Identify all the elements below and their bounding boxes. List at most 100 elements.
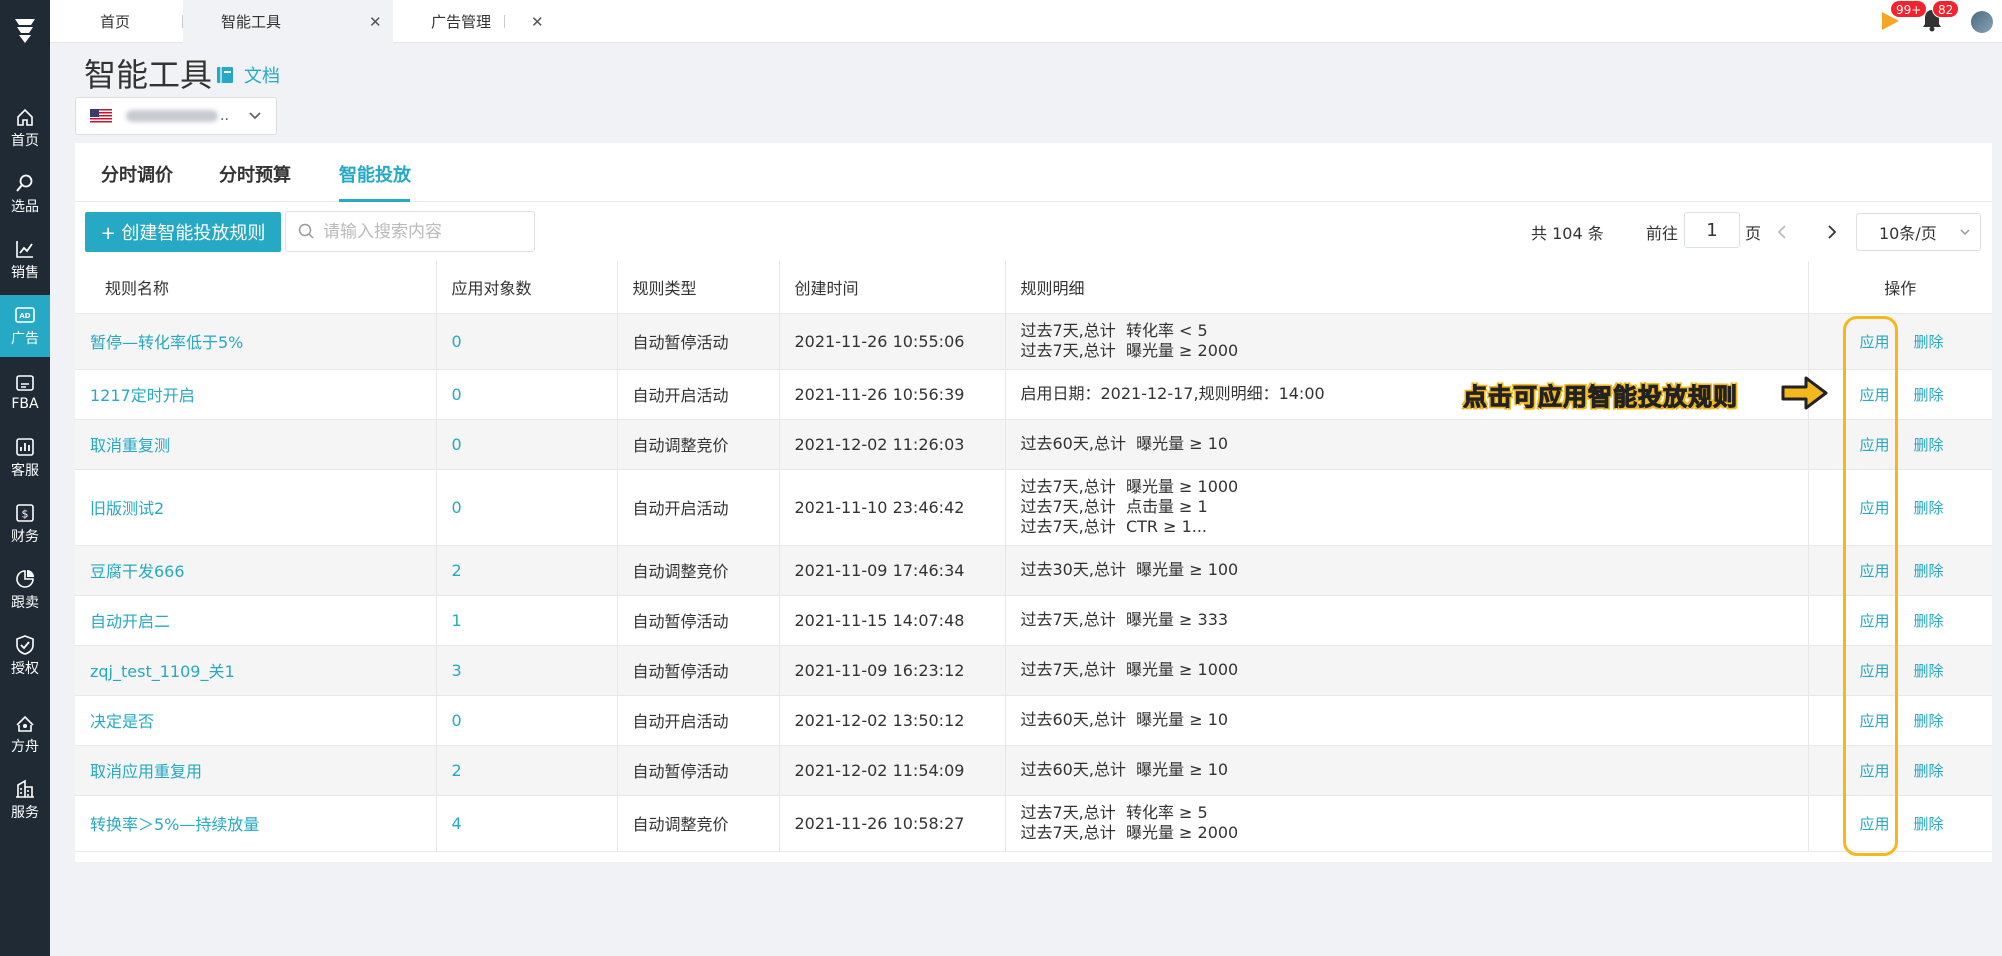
close-icon[interactable]: ✕ [369, 13, 382, 31]
rule-type: 自动暂停活动 [617, 595, 780, 646]
apply-button[interactable]: 应用 [1860, 333, 1890, 351]
sidebar-item-label: 广告 [11, 330, 39, 347]
sidebar-item-6[interactable]: $ 财务 [0, 493, 50, 555]
rule-type: 自动暂停活动 [617, 313, 780, 370]
delete-button[interactable]: 删除 [1914, 333, 1944, 351]
apply-button[interactable]: 应用 [1860, 762, 1890, 780]
sidebar-item-10[interactable]: 服务 [0, 769, 50, 831]
header-rule-type[interactable]: 规则类型 [617, 261, 780, 314]
shield-icon [16, 634, 34, 655]
apply-count-link[interactable]: 0 [436, 419, 618, 470]
delete-button[interactable]: 删除 [1914, 712, 1944, 730]
sidebar-item-label: FBA [11, 395, 39, 412]
tab-home[interactable]: 首页 [50, 0, 180, 43]
rule-name-link[interactable]: 自动开启二 [75, 595, 437, 646]
sidebar-item-label: 财务 [11, 528, 39, 545]
close-icon[interactable]: ✕ [531, 13, 544, 31]
created-time: 2021-12-02 13:50:12 [779, 695, 1006, 746]
apply-button[interactable]: 应用 [1860, 386, 1890, 404]
search-box[interactable] [285, 211, 535, 252]
page-size-select[interactable]: 10条/页 [1856, 213, 1981, 251]
tab-smart-tools[interactable]: 智能工具 ✕ [183, 0, 393, 43]
rule-detail: 过去30天,总计 曝光量 ≥ 100 [1005, 545, 1809, 596]
rule-detail: 过去7天,总计 曝光量 ≥ 333 [1005, 595, 1809, 646]
sidebar-item-5[interactable]: 客服 [0, 427, 50, 489]
rule-detail: 过去7天,总计 转化率 < 5 过去7天,总计 曝光量 ≥ 2000 [1005, 313, 1809, 370]
rule-name-link[interactable]: 取消应用重复用 [75, 745, 437, 796]
prev-page-icon[interactable] [1775, 224, 1789, 240]
rule-name-link[interactable]: zqj_test_1109_关1 [75, 645, 437, 696]
apply-count-link[interactable]: 0 [436, 469, 618, 546]
apply-count-link[interactable]: 2 [436, 545, 618, 596]
rule-detail-line: 过去7天,总计 转化率 ≥ 5 [1020, 803, 1208, 822]
apply-button[interactable]: 应用 [1860, 662, 1890, 680]
apply-button[interactable]: 应用 [1860, 612, 1890, 630]
delete-button[interactable]: 删除 [1914, 762, 1944, 780]
table-row: 旧版测试2 0 自动开启活动 2021-11-10 23:46:42 过去7天,总计 曝… [75, 469, 1992, 546]
sidebar-item-8[interactable]: 授权 [0, 625, 50, 687]
header-rule-detail[interactable]: 规则明细 [1005, 261, 1809, 314]
delete-button[interactable]: 删除 [1914, 815, 1944, 833]
apply-button[interactable]: 应用 [1860, 562, 1890, 580]
delete-button[interactable]: 删除 [1914, 612, 1944, 630]
account-select[interactable]: .. [75, 97, 277, 135]
apply-count-link[interactable]: 4 [436, 795, 618, 852]
tab-hourly-bid[interactable]: 分时调价 [101, 161, 173, 187]
sidebar-item-7[interactable]: 跟卖 [0, 559, 50, 621]
apply-button[interactable]: 应用 [1860, 712, 1890, 730]
rule-type: 自动开启活动 [617, 469, 780, 546]
ark-icon [16, 715, 34, 732]
apply-count-link[interactable]: 0 [436, 313, 618, 370]
rule-name-link[interactable]: 旧版测试2 [75, 469, 437, 546]
search-input[interactable] [323, 221, 523, 242]
delete-button[interactable]: 删除 [1914, 436, 1944, 454]
avatar[interactable] [1971, 11, 1993, 33]
tab-ad-management[interactable]: 广告管理 ✕ [393, 0, 553, 43]
rule-detail: 过去60天,总计 曝光量 ≥ 10 [1005, 695, 1809, 746]
sidebar-item-1[interactable]: 选品 [0, 163, 50, 225]
rule-type: 自动开启活动 [617, 695, 780, 746]
account-ellipsis: .. [220, 108, 229, 124]
rule-name-link[interactable]: 暂停—转化率低于5% [75, 313, 437, 370]
rule-detail-line: 过去60天,总计 曝光量 ≥ 10 [1020, 710, 1229, 729]
tab-smart-placement[interactable]: 智能投放 [339, 161, 411, 187]
tab-hourly-budget[interactable]: 分时预算 [219, 161, 291, 187]
page-number-input[interactable] [1684, 212, 1740, 248]
rule-name-link[interactable]: 决定是否 [75, 695, 437, 746]
delete-button[interactable]: 删除 [1914, 499, 1944, 517]
rule-type: 自动调整竞价 [617, 545, 780, 596]
rule-name-link[interactable]: 转换率＞5%—持续放量 [75, 795, 437, 852]
table-row: 取消应用重复用 2 自动暂停活动 2021-12-02 11:54:09 过去60天,总… [75, 745, 1992, 796]
sidebar-item-4[interactable]: FBA [0, 361, 50, 423]
apply-count-link[interactable]: 1 [436, 595, 618, 646]
sidebar-item-2[interactable]: 销售 [0, 229, 50, 291]
search-icon [16, 174, 33, 192]
apply-button[interactable]: 应用 [1860, 436, 1890, 454]
active-tab-underline [339, 199, 410, 202]
header-rule-name[interactable]: 规则名称 [75, 261, 437, 314]
ad-icon: AD [15, 306, 35, 323]
apply-count-link[interactable]: 0 [436, 695, 618, 746]
doc-link[interactable]: 文档 [216, 62, 280, 88]
logo-icon[interactable] [0, 0, 50, 58]
rule-name-link[interactable]: 1217定时开启 [75, 369, 437, 420]
apply-count-link[interactable]: 3 [436, 645, 618, 696]
create-rule-button[interactable]: + 创建智能投放规则 [85, 212, 281, 252]
next-page-icon[interactable] [1825, 224, 1839, 240]
apply-button[interactable]: 应用 [1860, 815, 1890, 833]
header-created-time[interactable]: 创建时间 [779, 261, 1006, 314]
sidebar-item-0[interactable]: 首页 [0, 97, 50, 159]
delete-button[interactable]: 删除 [1914, 386, 1944, 404]
rule-name-link[interactable]: 取消重复测 [75, 419, 437, 470]
building-icon [16, 779, 34, 798]
sidebar-item-3[interactable]: AD 广告 [0, 295, 50, 357]
rule-name-link[interactable]: 豆腐干发666 [75, 545, 437, 596]
rule-detail: 过去7天,总计 曝光量 ≥ 1000 过去7天,总计 点击量 ≥ 1 过去7天,总计… [1005, 469, 1809, 546]
apply-count-link[interactable]: 0 [436, 369, 618, 420]
delete-button[interactable]: 删除 [1914, 562, 1944, 580]
delete-button[interactable]: 删除 [1914, 662, 1944, 680]
apply-count-link[interactable]: 2 [436, 745, 618, 796]
header-apply-count[interactable]: 应用对象数 [436, 261, 618, 314]
apply-button[interactable]: 应用 [1860, 499, 1890, 517]
sidebar-item-9[interactable]: 方舟 [0, 703, 50, 765]
